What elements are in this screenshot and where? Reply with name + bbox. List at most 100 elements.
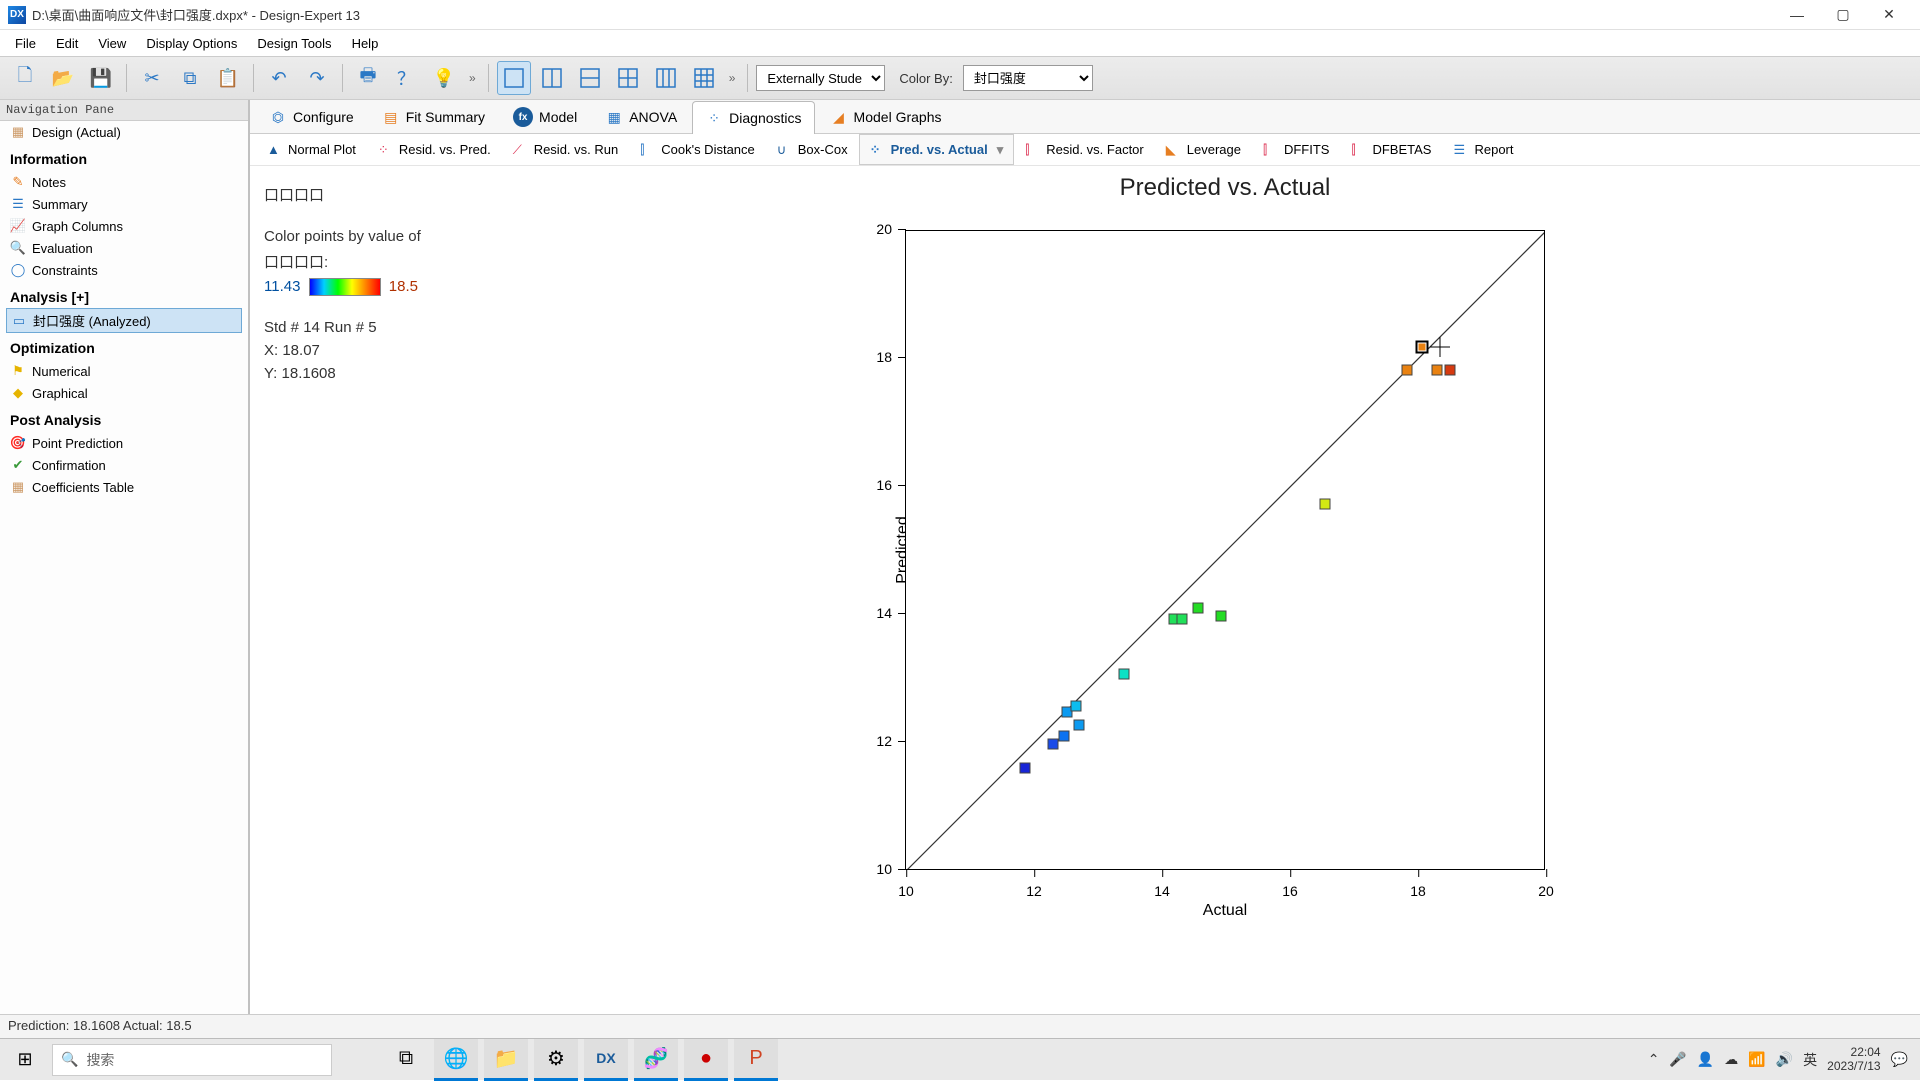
plot-canvas[interactable]: 101214161820101214161820 (905, 230, 1545, 870)
bars-icon: ⫿ (1351, 142, 1367, 158)
paste-icon[interactable]: 📋 (211, 61, 245, 95)
nav-summary[interactable]: ☰Summary (0, 193, 248, 215)
data-point[interactable] (1118, 668, 1129, 679)
tray-chevron-icon[interactable]: ⌃ (1648, 1051, 1660, 1068)
undo-icon[interactable]: ↶ (262, 61, 296, 95)
data-point[interactable] (1177, 614, 1188, 625)
new-file-icon[interactable]: 🗋 (8, 61, 42, 95)
menu-display-options[interactable]: Display Options (137, 33, 246, 54)
menu-help[interactable]: Help (343, 33, 388, 54)
data-point[interactable] (1402, 364, 1413, 375)
color-by-select[interactable]: 封口强度 (963, 65, 1093, 91)
cut-icon[interactable]: ✂ (135, 61, 169, 95)
tips-icon[interactable]: 💡 (427, 61, 461, 95)
redo-icon[interactable]: ↷ (300, 61, 334, 95)
layout-1x2-icon[interactable] (535, 61, 569, 95)
nav-design-actual[interactable]: ▦ Design (Actual) (0, 121, 248, 143)
subtab-resid-run[interactable]: ⟋Resid. vs. Run (502, 134, 630, 165)
data-point[interactable] (1020, 762, 1031, 773)
save-icon[interactable]: 💾 (84, 61, 118, 95)
subtab-dfbetas[interactable]: ⫿DFBETAS (1340, 134, 1442, 165)
designexpert-icon[interactable]: DX (584, 1039, 628, 1081)
tab-model[interactable]: fxModel (500, 100, 590, 133)
user-icon[interactable]: 👤 (1697, 1051, 1714, 1068)
explorer-icon[interactable]: 📁 (484, 1039, 528, 1081)
subtab-normal-plot[interactable]: ▲Normal Plot (256, 134, 367, 165)
print-icon[interactable]: 🖶 (351, 61, 385, 95)
curve-icon: ∪ (777, 142, 793, 158)
layout-overflow-icon[interactable]: » (725, 71, 740, 85)
layout-1x3-icon[interactable] (649, 61, 683, 95)
subtab-cooks[interactable]: ⫿Cook's Distance (629, 134, 766, 165)
nav-coefficients-table[interactable]: ▦Coefficients Table (0, 476, 248, 498)
menu-edit[interactable]: Edit (47, 33, 87, 54)
wifi-icon[interactable]: 📶 (1748, 1051, 1765, 1068)
close-button[interactable]: ✕ (1866, 0, 1912, 30)
volume-icon[interactable]: 🔊 (1776, 1051, 1793, 1068)
settings-icon[interactable]: ⚙ (534, 1039, 578, 1081)
subtab-leverage[interactable]: ◣Leverage (1155, 134, 1252, 165)
nav-numerical[interactable]: ⚑Numerical (0, 360, 248, 382)
start-button[interactable]: ⊞ (4, 1039, 46, 1081)
residual-type-select[interactable]: Externally Stude (756, 65, 885, 91)
subtab-pred-actual[interactable]: ⁘Pred. vs. Actual▾ (859, 134, 1015, 165)
data-point[interactable] (1432, 364, 1443, 375)
data-point[interactable] (1073, 720, 1084, 731)
y-tick: 20 (876, 221, 906, 237)
nav-point-prediction[interactable]: 🎯Point Prediction (0, 432, 248, 454)
subtab-resid-pred[interactable]: ⁘Resid. vs. Pred. (367, 134, 502, 165)
minimize-button[interactable]: — (1774, 0, 1820, 30)
subtab-resid-factor[interactable]: ⫿Resid. vs. Factor (1014, 134, 1155, 165)
subtab-dffits[interactable]: ⫿DFFITS (1252, 134, 1341, 165)
ime-indicator[interactable]: 英 (1803, 1050, 1817, 1070)
subtab-report[interactable]: ☰Report (1442, 134, 1524, 165)
tab-model-graphs[interactable]: ◢Model Graphs (817, 100, 955, 133)
data-point[interactable] (1071, 700, 1082, 711)
layout-2x2-icon[interactable] (611, 61, 645, 95)
help-icon[interactable]: ？ (389, 61, 423, 95)
layout-2x1-icon[interactable] (573, 61, 607, 95)
data-point[interactable] (1192, 602, 1203, 613)
data-point[interactable] (1416, 340, 1429, 353)
layout-3x3-icon[interactable] (687, 61, 721, 95)
edge-icon[interactable]: 🌐 (434, 1039, 478, 1081)
cloud-icon[interactable]: ☁ (1724, 1051, 1738, 1068)
nav-analysis-response[interactable]: ▭封口强度 (Analyzed) (6, 308, 242, 333)
nav-constraints[interactable]: ◯Constraints (0, 259, 248, 281)
data-point[interactable] (1059, 730, 1070, 741)
maximize-button[interactable]: ▢ (1820, 0, 1866, 30)
menu-file[interactable]: File (6, 33, 45, 54)
layout-1x1-icon[interactable] (497, 61, 531, 95)
menu-view[interactable]: View (89, 33, 135, 54)
nav-graphical[interactable]: ◆Graphical (0, 382, 248, 404)
powerpoint-icon[interactable]: P (734, 1039, 778, 1081)
data-point[interactable] (1445, 364, 1456, 375)
record-icon[interactable]: ● (684, 1039, 728, 1081)
nav-notes[interactable]: ✎Notes (0, 171, 248, 193)
taskbar-search[interactable]: 🔍 搜索 (52, 1044, 332, 1076)
data-point[interactable] (1320, 499, 1331, 510)
tab-diagnostics[interactable]: ⁘Diagnostics (692, 101, 814, 134)
nav-evaluation[interactable]: 🔍Evaluation (0, 237, 248, 259)
tab-fit-summary[interactable]: ▤Fit Summary (369, 100, 498, 133)
search-placeholder: 搜索 (86, 1050, 114, 1070)
menu-design-tools[interactable]: Design Tools (248, 33, 340, 54)
nav-graph-columns[interactable]: 📈Graph Columns (0, 215, 248, 237)
tab-anova[interactable]: ▦ANOVA (592, 100, 690, 133)
taskview-icon[interactable]: ⧉ (384, 1039, 428, 1081)
nav-confirmation[interactable]: ✔Confirmation (0, 454, 248, 476)
data-point[interactable] (1215, 611, 1226, 622)
notifications-icon[interactable]: 💬 (1891, 1051, 1908, 1068)
app-icon-1[interactable]: 🧬 (634, 1039, 678, 1081)
tab-configure[interactable]: ⏣Configure (256, 100, 367, 133)
open-file-icon[interactable]: 📂 (46, 61, 80, 95)
taskbar-clock[interactable]: 22:04 2023/7/13 (1827, 1046, 1880, 1074)
subtab-boxcox[interactable]: ∪Box-Cox (766, 134, 859, 165)
chevron-down-icon[interactable]: ▾ (997, 142, 1004, 158)
toolbar-overflow-icon[interactable]: » (465, 71, 480, 85)
data-point[interactable] (1048, 739, 1059, 750)
mic-icon[interactable]: 🎤 (1669, 1051, 1686, 1068)
nav-section-analysis[interactable]: Analysis [+] (0, 281, 248, 309)
copy-icon[interactable]: ⧉ (173, 61, 207, 95)
lever-icon: ◣ (1166, 142, 1182, 158)
